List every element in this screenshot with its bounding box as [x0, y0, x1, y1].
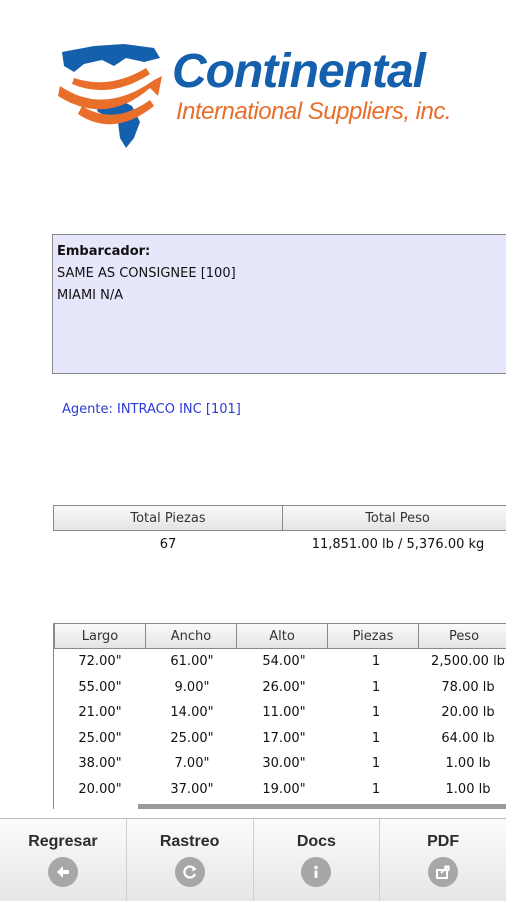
cell-alto: 54.00" — [262, 654, 306, 669]
totals-header-pieces: Total Piezas — [53, 505, 283, 531]
table-row: 55.00" 9.00" 26.00" 1 78.00 lb — [54, 675, 506, 701]
share-icon — [428, 857, 459, 887]
horizontal-scrollbar[interactable] — [138, 804, 506, 809]
cell-piezas: 1 — [371, 654, 381, 669]
cell-largo: 25.00" — [78, 730, 122, 746]
table-row: 21.00" 14.00" 11.00" 1 20.00 lb — [54, 700, 506, 726]
cell-ancho: 14.00" — [170, 705, 214, 720]
col-header-ancho: Ancho — [145, 623, 237, 649]
agent-link[interactable]: Agente: INTRACO INC [101] — [62, 402, 241, 417]
cell-largo: 55.00" — [78, 679, 122, 695]
cell-peso: 1.00 lb — [445, 756, 491, 771]
back-button-label: Regresar — [28, 833, 98, 850]
cell-alto: 19.00" — [262, 781, 306, 797]
shipper-line: MIAMI N/A — [57, 288, 124, 303]
docs-button-label: Docs — [296, 833, 336, 850]
table-row: 20.00" 37.00" 19.00" 1 1.00 lb — [54, 777, 506, 803]
cell-ancho: 25.00" — [170, 730, 214, 746]
cell-piezas: 1 — [371, 679, 381, 695]
totals-pieces-value: 67 — [159, 537, 177, 552]
docs-button[interactable]: Docs — [254, 819, 381, 901]
cell-largo: 38.00" — [78, 756, 122, 771]
cell-ancho: 37.00" — [170, 781, 214, 797]
cell-alto: 26.00" — [262, 679, 306, 695]
col-header-peso: Peso — [418, 623, 506, 649]
info-icon — [301, 857, 332, 887]
back-button[interactable]: Regresar — [0, 819, 127, 901]
cell-peso: 1.00 lb — [445, 781, 491, 797]
cell-alto: 17.00" — [262, 730, 306, 746]
col-header-piezas: Piezas — [327, 623, 419, 649]
cell-peso: 64.00 lb — [441, 730, 495, 746]
cell-ancho: 7.00" — [174, 756, 210, 771]
cell-alto: 11.00" — [262, 705, 306, 720]
cell-piezas: 1 — [371, 705, 381, 720]
company-logo: Continental International Suppliers, inc… — [54, 42, 474, 157]
cell-peso: 2,500.00 lb — [431, 654, 505, 669]
arrow-left-icon — [47, 857, 78, 887]
cell-peso: 78.00 lb — [441, 679, 495, 695]
totals-header-weight: Total Peso — [282, 505, 506, 531]
cell-largo: 21.00" — [78, 705, 122, 720]
table-row: 25.00" 25.00" 17.00" 1 64.00 lb — [54, 726, 506, 752]
logo-subtitle: International Suppliers, inc. — [176, 98, 452, 125]
cell-alto: 30.00" — [262, 756, 306, 771]
cell-piezas: 1 — [371, 756, 381, 771]
table-row: 72.00" 61.00" 54.00" 1 2,500.00 lb — [54, 649, 506, 675]
pdf-button[interactable]: PDF — [380, 819, 506, 901]
logo-title: Continental — [172, 45, 426, 98]
col-header-largo: Largo — [54, 623, 146, 649]
refresh-icon — [174, 857, 205, 887]
shipper-box: Embarcador: SAME AS CONSIGNEE [100] MIAM… — [52, 234, 506, 374]
tracking-button-label: Rastreo — [159, 833, 220, 850]
dimensions-table[interactable]: Largo Ancho Alto Piezas Peso 72.00" 61.0… — [53, 623, 506, 809]
table-row: 38.00" 7.00" 30.00" 1 1.00 lb — [54, 751, 506, 777]
cell-piezas: 1 — [371, 730, 381, 746]
pdf-button-label: PDF — [427, 833, 460, 850]
bottom-action-bar: Regresar Rastreo Docs PDF — [0, 818, 506, 901]
cell-ancho: 61.00" — [170, 654, 214, 669]
cell-largo: 20.00" — [78, 781, 122, 797]
tracking-button[interactable]: Rastreo — [127, 819, 254, 901]
totals-weight-value: 11,851.00 lb / 5,376.00 kg — [311, 537, 485, 552]
totals-table: Total Piezas Total Peso 67 11,851.00 lb … — [53, 505, 506, 557]
cell-peso: 20.00 lb — [441, 705, 495, 720]
cell-piezas: 1 — [371, 781, 381, 797]
cell-ancho: 9.00" — [174, 679, 210, 695]
shipper-line: SAME AS CONSIGNEE [100] — [57, 266, 236, 281]
shipper-label: Embarcador: — [57, 244, 151, 259]
cell-largo: 72.00" — [78, 654, 122, 669]
globe-logo-icon — [58, 44, 162, 148]
col-header-alto: Alto — [236, 623, 328, 649]
